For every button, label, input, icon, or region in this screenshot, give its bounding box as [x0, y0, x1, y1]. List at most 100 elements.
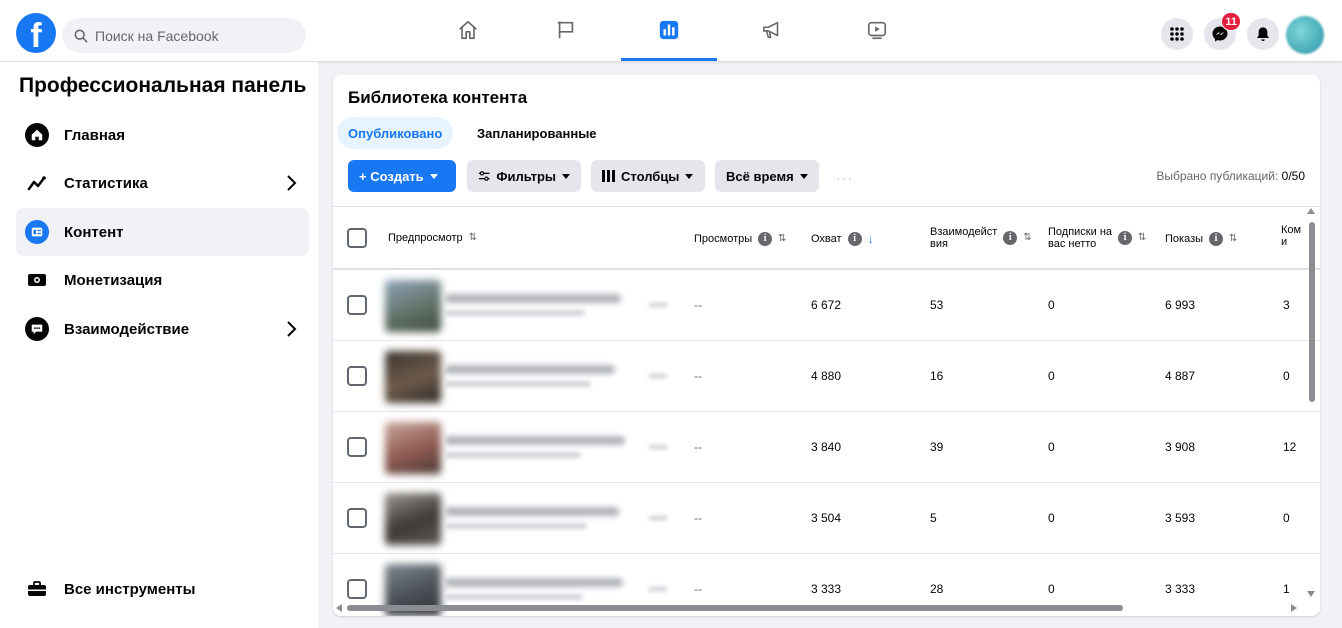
post-actions-blurred[interactable]	[649, 445, 667, 449]
search-icon	[74, 29, 88, 42]
period-dropdown[interactable]: Всё время	[715, 160, 819, 192]
cell-impressions: 6 993	[1165, 298, 1196, 312]
info-icon[interactable]: i	[847, 232, 862, 246]
messenger-button[interactable]: 11	[1204, 12, 1241, 50]
post-actions-blurred[interactable]	[649, 303, 667, 307]
content-library-panel: Библиотека контента Опубликовано Заплани…	[333, 75, 1320, 616]
column-net-follows[interactable]: Подписки на вас нетто i ⇅	[1048, 226, 1146, 250]
horizontal-scroll-thumb[interactable]	[347, 605, 1123, 611]
home-icon	[25, 123, 49, 147]
post-title-blurred	[445, 365, 615, 374]
info-icon[interactable]: i	[758, 232, 773, 246]
table-row[interactable]: -- 3 504 5 0 3 593 0	[333, 483, 1320, 554]
post-actions-blurred[interactable]	[649, 374, 667, 378]
column-comments-line-1: Ком	[1281, 224, 1302, 236]
column-comments[interactable]: Ком и	[1281, 224, 1301, 248]
cell-views: --	[694, 369, 702, 383]
select-all-checkbox[interactable]	[347, 228, 367, 248]
column-net-follows-label: Подписки на вас нетто	[1048, 226, 1112, 250]
more-options-icon[interactable]: ···	[836, 170, 853, 186]
post-thumbnail[interactable]	[385, 422, 441, 474]
table-row[interactable]: -- 4 880 16 0 4 887 0	[333, 341, 1320, 412]
nav-tab-video[interactable]	[829, 0, 925, 60]
search-input[interactable]	[95, 27, 295, 44]
row-checkbox[interactable]	[347, 295, 367, 315]
sidebar-item-monetization[interactable]: Монетизация	[16, 256, 309, 304]
notifications-button[interactable]	[1247, 18, 1279, 50]
filter-sliders-icon	[478, 171, 490, 181]
sort-desc-icon: ↓	[867, 232, 874, 246]
nav-tab-ads[interactable]	[724, 0, 820, 60]
scroll-down-icon[interactable]	[1307, 591, 1315, 597]
cell-engagement: 28	[930, 582, 944, 596]
sidebar-item-label: Монетизация	[64, 271, 163, 289]
cell-engagement: 5	[930, 511, 937, 525]
cell-views: --	[694, 298, 702, 312]
cell-comments: 0	[1283, 511, 1290, 525]
table-row[interactable]: -- 3 840 39 0 3 908 12	[333, 412, 1320, 483]
row-checkbox[interactable]	[347, 579, 367, 599]
nav-tab-dashboard[interactable]	[621, 0, 717, 61]
sort-icon: ⇅	[1229, 233, 1238, 244]
post-thumbnail[interactable]	[385, 493, 441, 545]
facebook-logo[interactable]: f	[16, 13, 56, 53]
post-actions-blurred[interactable]	[649, 587, 667, 591]
cell-reach: 4 880	[811, 369, 842, 383]
sidebar-item-home[interactable]: Главная	[16, 111, 309, 159]
scroll-left-icon[interactable]	[336, 604, 342, 612]
row-checkbox[interactable]	[347, 437, 367, 457]
column-views[interactable]: Просмотры i ⇅	[694, 232, 787, 246]
professional-dashboard-sidebar: Профессиональная панель Главная Статисти…	[0, 62, 318, 628]
info-icon[interactable]: i	[1118, 231, 1133, 245]
nav-tab-pages[interactable]	[518, 0, 614, 60]
post-title-blurred	[445, 507, 619, 516]
column-preview[interactable]: Предпросмотр ⇅	[388, 232, 477, 244]
horizontal-scrollbar[interactable]	[333, 599, 1303, 616]
period-dropdown-label: Всё время	[726, 168, 794, 184]
vertical-scroll-thumb[interactable]	[1309, 222, 1315, 402]
tab-scheduled[interactable]: Запланированные	[466, 117, 608, 149]
column-engagement-line-2: вия	[930, 238, 948, 250]
row-checkbox[interactable]	[347, 508, 367, 528]
home-icon	[459, 20, 477, 40]
cell-net-follows: 0	[1048, 298, 1055, 312]
info-icon[interactable]: i	[1209, 232, 1224, 246]
post-thumbnail[interactable]	[385, 351, 441, 403]
scroll-up-icon[interactable]	[1307, 208, 1315, 214]
top-navigation-bar: f 11	[0, 0, 1342, 62]
post-thumbnail[interactable]	[385, 280, 441, 332]
nav-tab-home[interactable]	[420, 0, 516, 60]
trend-icon	[25, 171, 49, 195]
row-checkbox[interactable]	[347, 366, 367, 386]
table-row[interactable]: -- 6 672 53 0 6 993 3	[333, 270, 1320, 341]
post-actions-blurred[interactable]	[649, 516, 667, 520]
profile-avatar[interactable]	[1286, 16, 1324, 54]
post-meta-blurred	[445, 523, 587, 529]
scroll-right-icon[interactable]	[1291, 604, 1297, 612]
sidebar-item-engagement[interactable]: Взаимодействие	[16, 305, 309, 353]
info-icon[interactable]: i	[1003, 231, 1018, 245]
cell-engagement: 39	[930, 440, 944, 454]
filters-button[interactable]: Фильтры	[467, 160, 581, 192]
sidebar-item-insights[interactable]: Статистика	[16, 159, 309, 207]
column-reach[interactable]: Охват i ↓	[811, 232, 874, 246]
sort-icon: ⇅	[468, 232, 477, 243]
column-engagement[interactable]: Взаимодейст вия i ⇅	[930, 226, 1032, 250]
tab-published[interactable]: Опубликовано	[337, 117, 454, 149]
create-button-label: + Создать	[359, 168, 424, 184]
sidebar-item-content[interactable]: Контент	[16, 208, 309, 256]
cell-views: --	[694, 582, 702, 596]
column-preview-label: Предпросмотр	[388, 232, 463, 244]
column-impressions[interactable]: Показы i ⇅	[1165, 232, 1237, 246]
menu-button[interactable]	[1161, 18, 1193, 50]
search-box[interactable]	[62, 18, 306, 53]
sidebar-title: Профессиональная панель	[19, 74, 307, 97]
sidebar-item-all-tools[interactable]: Все инструменты	[16, 565, 309, 613]
sort-icon: ⇅	[778, 233, 787, 244]
vertical-scrollbar[interactable]	[1303, 206, 1320, 606]
post-meta-blurred	[445, 310, 585, 316]
sidebar-item-label: Статистика	[64, 174, 148, 192]
create-button[interactable]: + Создать	[348, 160, 456, 192]
cell-comments: 0	[1283, 369, 1290, 383]
columns-button[interactable]: Столбцы	[591, 160, 705, 192]
